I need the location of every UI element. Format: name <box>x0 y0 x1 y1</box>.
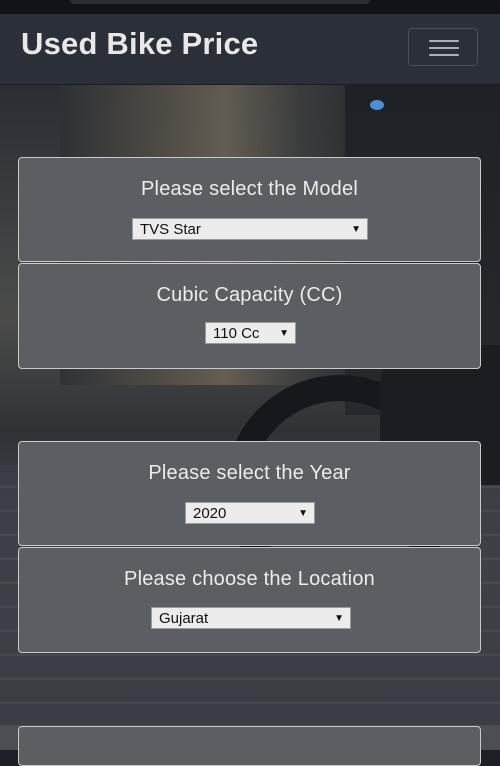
status-strip <box>0 0 500 14</box>
dropdown-arrow-icon: ▼ <box>334 613 344 624</box>
bg-light-accent <box>370 100 384 110</box>
year-label: Please select the Year <box>148 462 351 484</box>
hamburger-bar <box>429 47 459 49</box>
notch-pill <box>70 0 370 4</box>
location-label: Please choose the Location <box>124 568 375 590</box>
year-card: Please select the Year 2020 ▼ <box>18 441 481 546</box>
cc-select-value: 110 Cc <box>213 325 260 342</box>
model-select-value: TVS Star <box>140 221 201 238</box>
cc-label: Cubic Capacity (CC) <box>156 284 343 306</box>
dropdown-arrow-icon: ▼ <box>351 224 361 235</box>
next-card-partial <box>18 726 481 766</box>
dropdown-arrow-icon: ▼ <box>298 508 308 519</box>
model-label: Please select the Model <box>141 178 358 200</box>
hamburger-bar <box>429 54 459 56</box>
location-select-value: Gujarat <box>159 610 209 627</box>
menu-toggle-button[interactable] <box>408 28 478 66</box>
location-card: Please choose the Location Gujarat ▼ <box>18 547 481 653</box>
brand-title[interactable]: Used Bike Price <box>21 26 258 62</box>
dropdown-arrow-icon: ▼ <box>279 328 289 339</box>
location-select[interactable]: Gujarat ▼ <box>151 607 351 629</box>
year-select-value: 2020 <box>193 505 227 522</box>
year-select[interactable]: 2020 ▼ <box>185 502 315 524</box>
navbar: Used Bike Price <box>0 14 500 85</box>
cc-card: Cubic Capacity (CC) 110 Cc ▼ <box>18 263 481 369</box>
model-card: Please select the Model TVS Star ▼ <box>18 157 481 262</box>
hamburger-menu-icon <box>429 40 459 42</box>
cc-select[interactable]: 110 Cc ▼ <box>205 322 296 344</box>
model-select[interactable]: TVS Star ▼ <box>132 218 368 240</box>
